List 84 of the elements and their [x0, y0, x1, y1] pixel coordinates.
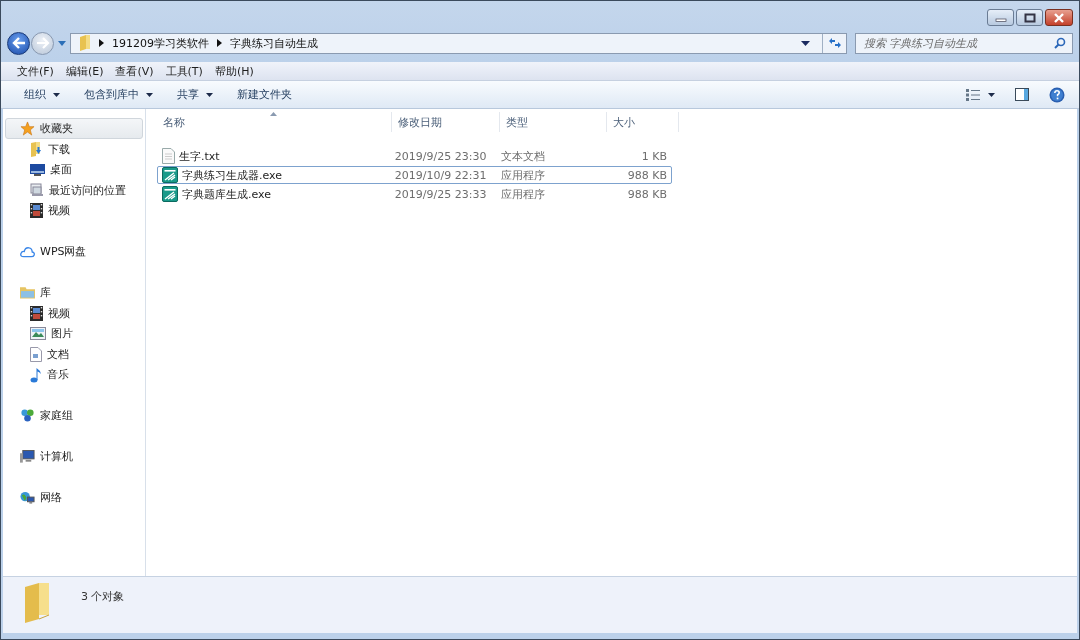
help-icon [1049, 86, 1065, 103]
refresh-icon [827, 37, 842, 49]
text-file-icon [162, 148, 175, 164]
file-row[interactable]: 字典练习生成器.exe 2019/10/9 22:31 应用程序 988 KB [157, 166, 672, 184]
file-size: 988 KB [626, 187, 668, 201]
menu-item[interactable]: 帮助(H) [208, 63, 260, 79]
desktop-icon [30, 163, 45, 176]
status-text: 3 个对象 [81, 589, 125, 604]
sidebar-item[interactable]: 库 [5, 282, 143, 303]
sidebar-item[interactable]: WPS网盘 [5, 241, 143, 262]
file-type: 文本文档 [500, 148, 546, 164]
film-icon [30, 305, 43, 321]
sidebar-item[interactable]: 文档 [5, 344, 143, 365]
file-name: 生字.txt [179, 148, 220, 164]
back-button[interactable] [7, 31, 30, 55]
sidebar-item[interactable]: 桌面 [5, 159, 143, 180]
computer-icon [20, 449, 35, 464]
modified-date: 2019/10/9 22:31 [393, 168, 488, 182]
sidebar-item[interactable]: 网络 [5, 487, 143, 508]
file-type: 应用程序 [500, 186, 546, 202]
toolbar-button[interactable]: 组织 [15, 84, 69, 105]
file-size: 988 KB [626, 168, 668, 182]
caret-icon [988, 92, 995, 97]
star-icon [20, 121, 35, 136]
sidebar-item[interactable]: 计算机 [5, 446, 143, 467]
menu-item[interactable]: 工具(T) [159, 63, 209, 79]
sidebar-item[interactable]: 音乐 [5, 364, 143, 385]
file-name: 字典题库生成.exe [182, 186, 271, 202]
close-button[interactable] [1045, 9, 1073, 26]
app-icon [162, 186, 178, 202]
chevron-icon[interactable] [217, 39, 222, 47]
menu-item[interactable]: 文件(F) [11, 63, 60, 79]
sidebar-item[interactable]: 下载 [5, 139, 143, 160]
search-input[interactable]: 搜索 字典练习自动生成 [864, 36, 1054, 50]
maximize-button[interactable] [1016, 9, 1043, 26]
column-header[interactable]: 修改日期 [392, 112, 500, 132]
sidebar-item[interactable]: 收藏夹 [5, 118, 143, 139]
file-type: 应用程序 [500, 167, 546, 183]
toolbar-button[interactable]: 新建文件夹 [228, 84, 301, 105]
document-icon [30, 346, 42, 362]
sidebar-item[interactable]: 最近访问的位置 [5, 180, 143, 201]
left-arrow-icon [11, 37, 26, 49]
toolbar-button[interactable]: 共享 [168, 84, 222, 105]
search-field[interactable]: 搜索 字典练习自动生成 [855, 32, 1073, 54]
column-header[interactable]: 大小 [607, 112, 679, 132]
sidebar-item[interactable]: 视频 [5, 200, 143, 221]
file-row[interactable]: 生字.txt 2019/9/25 23:30 文本文档 1 KB [157, 147, 672, 165]
dropdown-caret-icon[interactable] [801, 40, 810, 46]
music-note-icon [30, 366, 42, 383]
sort-arrow-icon [270, 112, 277, 116]
address-bar[interactable]: 191209学习类软件 字典练习自动生成 [70, 32, 847, 54]
film-icon [30, 203, 43, 219]
breadcrumb[interactable]: 字典练习自动生成 [230, 35, 318, 51]
maximize-icon [1023, 12, 1036, 23]
file-size: 1 KB [640, 149, 668, 163]
picture-icon [30, 327, 46, 341]
folder-icon [79, 35, 91, 51]
modified-date: 2019/9/25 23:30 [393, 149, 488, 163]
file-row[interactable]: 字典题库生成.exe 2019/9/25 23:33 应用程序 988 KB [157, 185, 672, 203]
homegroup-icon [20, 408, 35, 423]
toolbar-button[interactable]: 包含到库中 [75, 84, 162, 105]
modified-date: 2019/9/25 23:33 [393, 187, 488, 201]
menu-item[interactable]: 编辑(E) [59, 63, 110, 79]
history-dropdown-icon[interactable] [58, 40, 66, 46]
minimize-button[interactable] [987, 9, 1014, 26]
right-arrow-icon [35, 37, 50, 49]
recent-places-icon [30, 183, 44, 198]
sidebar-item[interactable]: 视频 [5, 303, 143, 324]
column-header[interactable]: 类型 [500, 112, 607, 132]
close-icon [1053, 12, 1065, 23]
file-name: 字典练习生成器.exe [182, 167, 282, 183]
breadcrumb[interactable]: 191209学习类软件 [112, 35, 209, 51]
list-view-icon [966, 88, 980, 101]
app-icon [162, 167, 178, 183]
sidebar-item[interactable]: 家庭组 [5, 405, 143, 426]
download-folder-icon [30, 141, 43, 157]
menu-item[interactable]: 查看(V) [109, 63, 160, 79]
search-icon [1054, 37, 1066, 49]
chevron-icon[interactable] [99, 39, 104, 47]
network-icon [20, 490, 35, 505]
library-folder-icon [20, 286, 35, 299]
cloud-icon [20, 245, 35, 258]
sidebar-item[interactable]: 图片 [5, 323, 143, 344]
pane-icon [1015, 88, 1029, 101]
